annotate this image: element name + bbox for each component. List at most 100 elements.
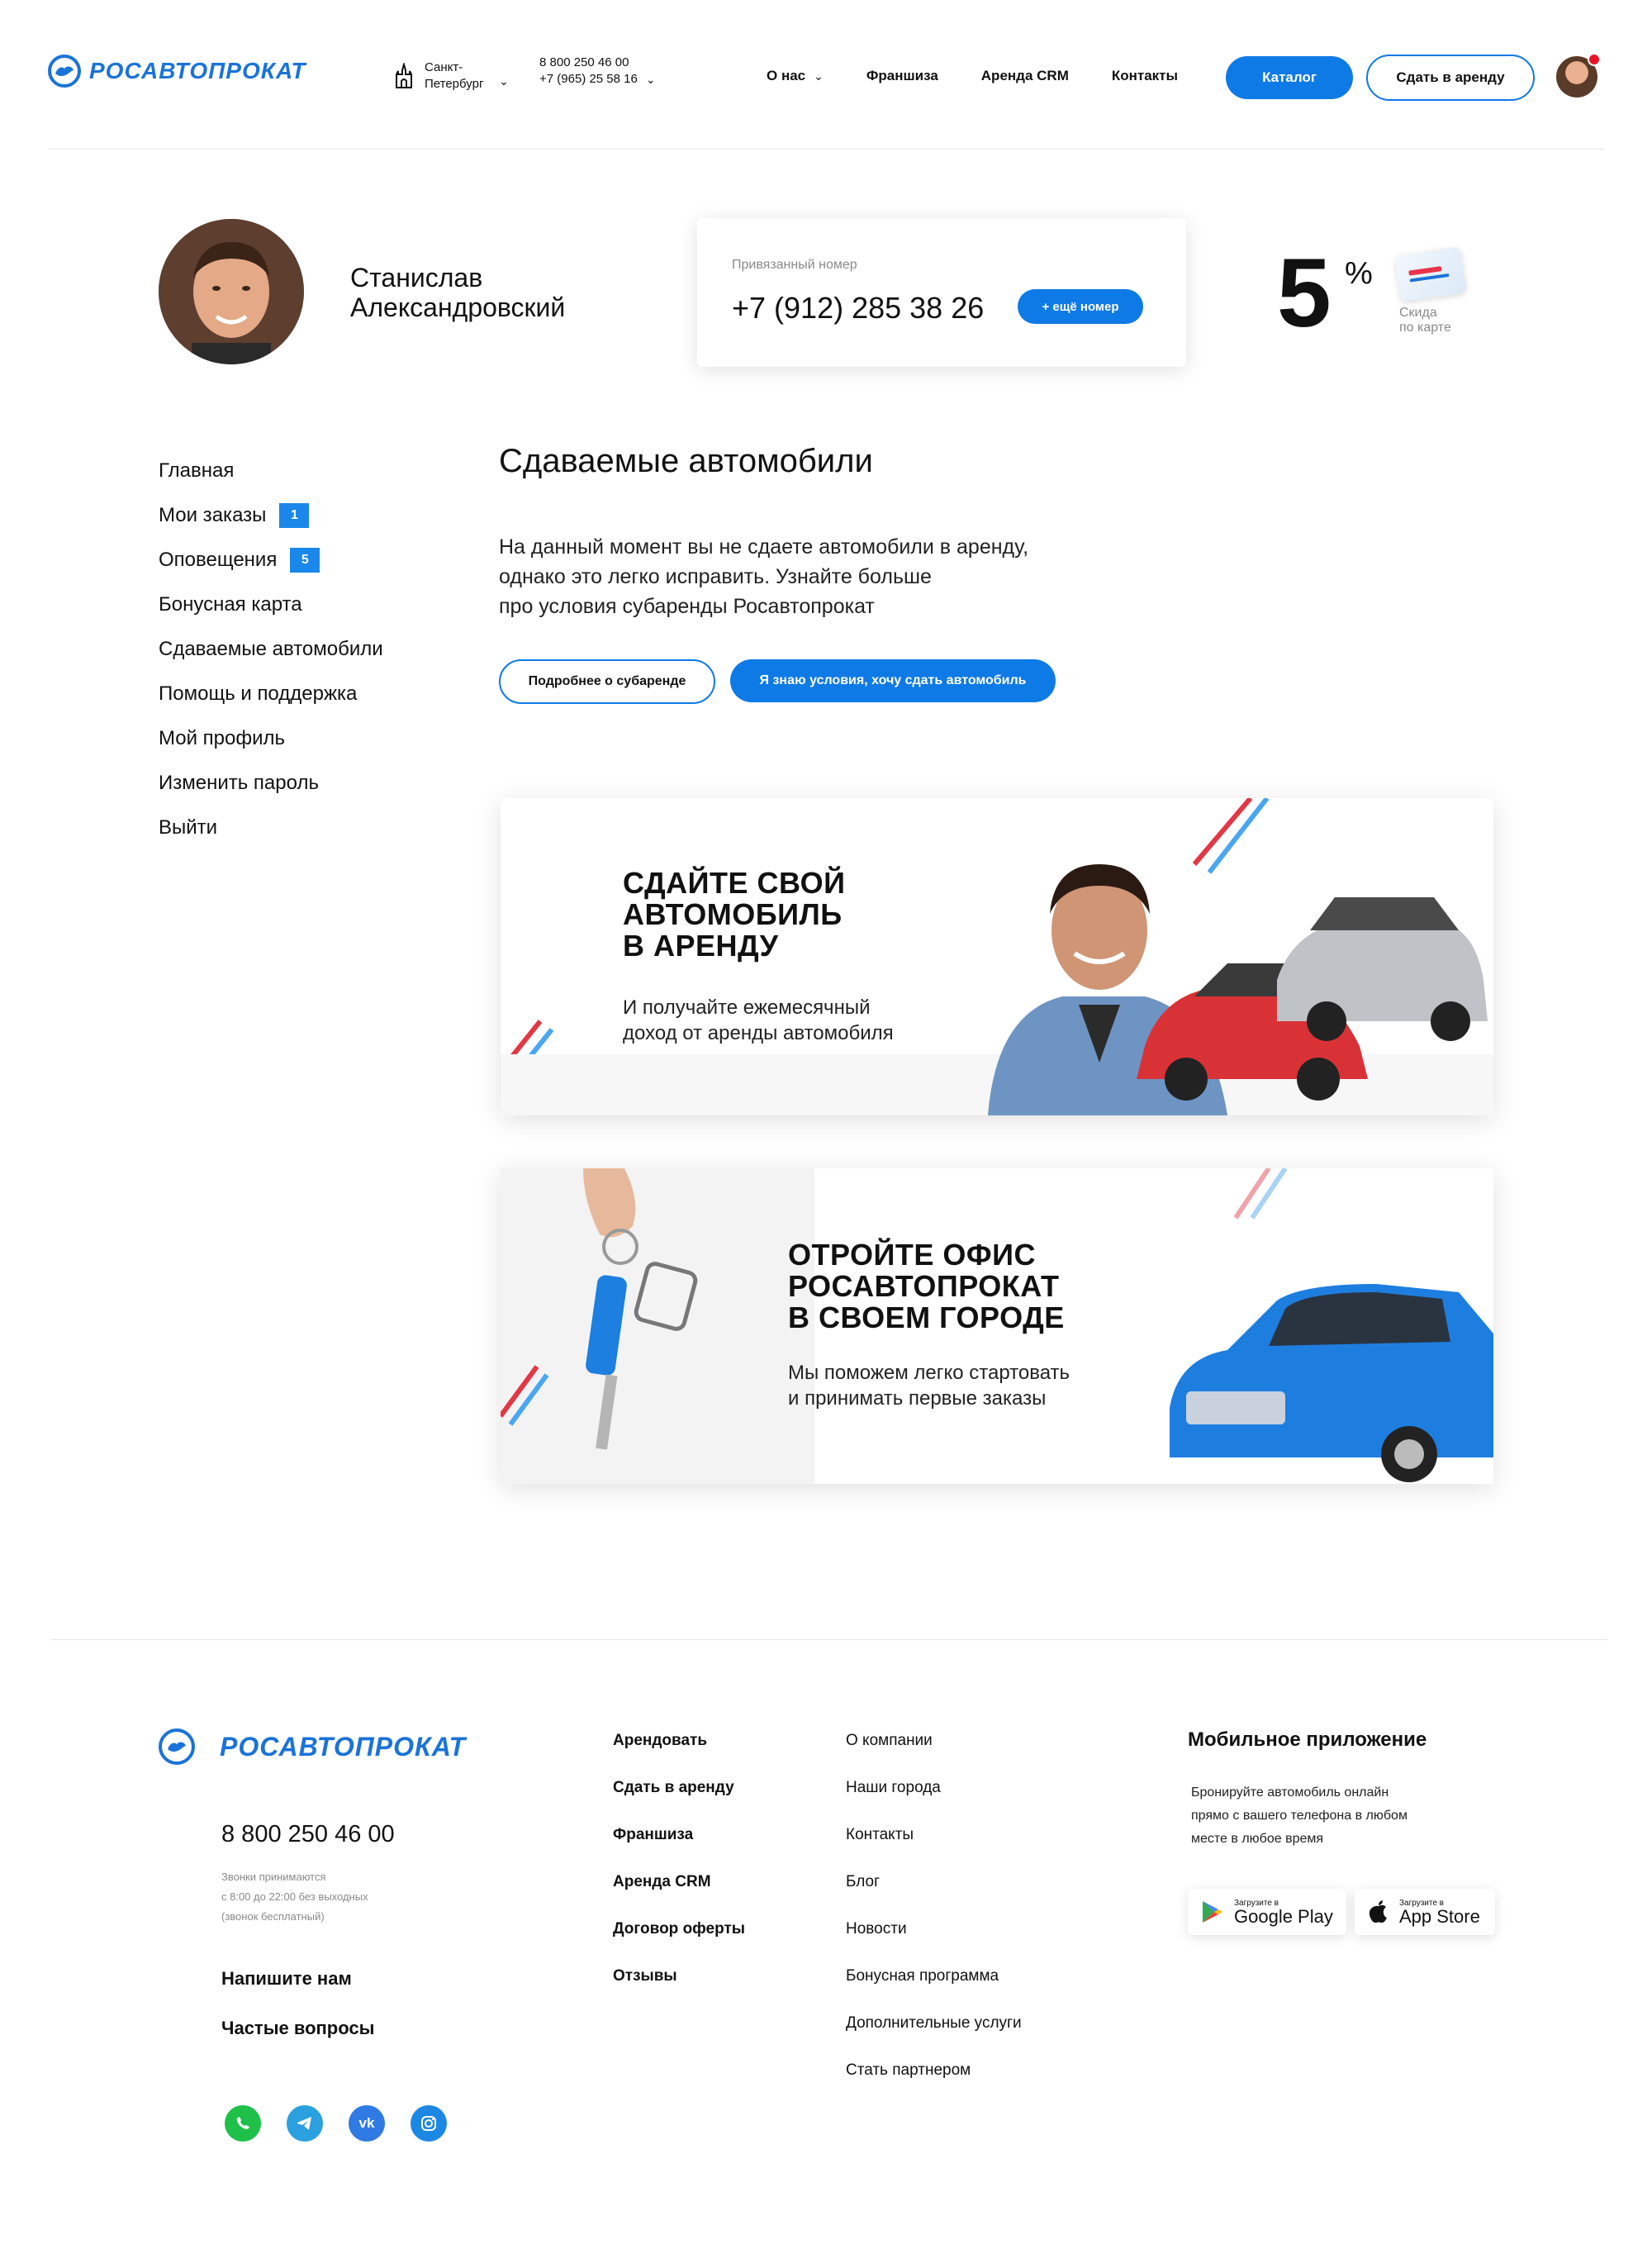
footer-link-franchise[interactable]: Франшиза — [613, 1826, 745, 1844]
sublease-info-button[interactable]: Подробнее о субаренде — [499, 659, 715, 704]
instagram-icon[interactable] — [411, 2105, 447, 2142]
footer-phone[interactable]: 8 800 250 46 00 — [221, 1821, 395, 1848]
google-play-button[interactable]: Загрузите в Google Play — [1188, 1889, 1346, 1935]
app-store-button[interactable]: Загрузите в App Store — [1355, 1889, 1495, 1935]
banner2-title: ОТРОЙТЕ ОФИС РОСАВТОПРОКАТ В СВОЕМ ГОРОД… — [788, 1239, 1065, 1334]
banner2-subtitle: Мы поможем легко стартовать и принимать … — [788, 1360, 1070, 1411]
nav-link-contacts[interactable]: Контакты — [1112, 68, 1178, 84]
menu-label: Помощь и поддержка — [159, 682, 358, 705]
menu-label: Мой профиль — [159, 727, 286, 749]
nav-link-about[interactable]: О нас — [767, 68, 805, 84]
vk-icon[interactable]: vk — [349, 2105, 385, 2142]
main-nav: О нас ⌄ Франшиза Аренда CRM Контакты — [767, 68, 1178, 84]
telegram-icon[interactable] — [287, 2105, 323, 2142]
discount-value: 5 — [1277, 239, 1332, 348]
footer-link-rent-out[interactable]: Сдать в аренду — [613, 1779, 745, 1797]
header-logo[interactable]: РОСАВТОПРОКАТ — [48, 55, 306, 88]
google-play-big: Google Play — [1234, 1905, 1333, 1927]
banner1-title-3: В АРЕНДУ — [623, 929, 779, 963]
chevron-down-icon: ⌄ — [499, 74, 509, 88]
kremlin-icon — [396, 63, 412, 88]
nav-link-crm[interactable]: Аренда CRM — [981, 68, 1069, 84]
profile-first-name: Станислав — [350, 263, 483, 292]
menu-item-home[interactable]: Главная — [159, 456, 383, 486]
notifications-count-badge: 5 — [290, 548, 320, 573]
footer-divider — [51, 1639, 1607, 1640]
footer-hours-3: (звонок бесплатный) — [221, 1910, 325, 1923]
whatsapp-icon[interactable] — [225, 2105, 261, 2142]
footer-link-cities[interactable]: Наши города — [846, 1779, 1022, 1797]
menu-item-bonus-card[interactable]: Бонусная карта — [159, 590, 383, 620]
menu-item-change-password[interactable]: Изменить пароль — [159, 768, 383, 798]
menu-item-notifications[interactable]: Оповещения 5 — [159, 545, 383, 575]
footer-link-contacts[interactable]: Контакты — [846, 1826, 1022, 1844]
footer-link-reviews[interactable]: Отзывы — [613, 1967, 745, 1985]
discount-caption: Скида по карте — [1399, 306, 1451, 335]
add-phone-button[interactable]: + ещё номер — [1018, 289, 1143, 324]
rent-out-button[interactable]: Сдать в аренду — [1366, 55, 1535, 101]
banner2-sub-1: Мы поможем легко стартовать — [788, 1362, 1070, 1384]
linked-phone: +7 (912) 285 38 26 — [732, 291, 985, 325]
catalog-button[interactable]: Каталог — [1226, 56, 1353, 99]
faq-link[interactable]: Частые вопросы — [221, 2018, 374, 2039]
footer-link-crm[interactable]: Аренда CRM — [613, 1873, 745, 1891]
desc-line-2: однако это легко исправить. Узнайте боль… — [499, 565, 932, 588]
banner2-title-1: ОТРОЙТЕ ОФИС — [788, 1238, 1037, 1272]
menu-label: Оповещения — [159, 549, 278, 571]
side-menu: Главная Мои заказы 1 Оповещения 5 Бонусная… — [159, 456, 383, 843]
menu-item-rented-cars[interactable]: Сдаваемые автомобили — [159, 635, 383, 664]
logo-globe-icon — [159, 1728, 195, 1765]
footer-link-services[interactable]: Дополнительные услуги — [846, 2014, 1022, 2033]
discount-caption-1: Скида — [1399, 306, 1437, 320]
logo-text: РОСАВТОПРОКАТ — [89, 58, 306, 83]
header-divider — [48, 149, 1604, 150]
menu-item-logout[interactable]: Выйти — [159, 813, 383, 843]
app-desc-1: Бронируйте автомобиль онлайн — [1191, 1785, 1389, 1800]
app-store-big: App Store — [1399, 1905, 1480, 1927]
footer-link-rent[interactable]: Арендовать — [613, 1732, 745, 1750]
rent-out-car-button[interactable]: Я знаю условия, хочу сдать автомобиль — [730, 659, 1056, 702]
menu-label: Бонусная карта — [159, 593, 302, 616]
nav-link-franchise[interactable]: Франшиза — [866, 68, 938, 84]
desc-line-3: про условия субаренды Росавтопрокат — [499, 595, 875, 618]
nav-about[interactable]: О нас ⌄ — [767, 68, 824, 84]
write-us-link[interactable]: Напишите нам — [221, 1968, 352, 1990]
orders-count-badge: 1 — [279, 503, 310, 528]
footer-link-bonus[interactable]: Бонусная программа — [846, 1967, 1022, 1985]
banner1-sub-1: И получайте ежемесячный — [623, 996, 871, 1019]
chevron-down-icon: ⌄ — [814, 69, 824, 83]
footer-link-offer[interactable]: Договор оферты — [613, 1920, 745, 1938]
header-phone-1[interactable]: 8 800 250 46 00 — [539, 55, 656, 71]
menu-label: Мои заказы — [159, 504, 267, 526]
footer-link-about[interactable]: О компании — [846, 1732, 1022, 1750]
footer-col-2: О компании Наши города Контакты Блог Нов… — [846, 1732, 1022, 2080]
menu-label: Изменить пароль — [159, 772, 319, 794]
footer-logo[interactable]: РОСАВТОПРОКАТ — [159, 1728, 466, 1765]
profile-avatar — [159, 219, 304, 364]
footer-link-news[interactable]: Новости — [846, 1920, 1022, 1938]
footer-col-1: Арендовать Сдать в аренду Франшиза Аренд… — [613, 1732, 745, 1985]
menu-item-orders[interactable]: Мои заказы 1 — [159, 501, 383, 530]
social-links: vk — [225, 2105, 447, 2142]
app-desc-2: прямо с вашего телефона в любом — [1191, 1809, 1408, 1823]
logo-globe-icon — [48, 55, 81, 88]
notification-dot — [1588, 53, 1601, 66]
banner-open-office[interactable]: ОТРОЙТЕ ОФИС РОСАВТОПРОКАТ В СВОЕМ ГОРОД… — [501, 1168, 1493, 1484]
suv-photo — [1170, 1284, 1493, 1482]
footer-link-blog[interactable]: Блог — [846, 1873, 1022, 1891]
footer-hours: Звонки принимаются с 8:00 до 22:00 без в… — [221, 1867, 368, 1927]
mobile-app-desc: Бронируйте автомобиль онлайн прямо с ваш… — [1191, 1781, 1408, 1851]
phone-label: Привязанный номер — [732, 258, 857, 272]
footer-hours-1: Звонки принимаются — [221, 1871, 326, 1883]
chevron-down-icon: ⌄ — [645, 72, 656, 86]
menu-label: Главная — [159, 459, 235, 482]
menu-item-support[interactable]: Помощь и поддержка — [159, 679, 383, 709]
cars-photo — [1137, 897, 1488, 1101]
header-phone-2[interactable]: +7 (965) 25 58 16 — [539, 71, 638, 88]
banner-rent-out-car[interactable]: СДАЙТЕ СВОЙ АВТОМОБИЛЬ В АРЕНДУ И получа… — [501, 798, 1493, 1115]
city-selector[interactable]: Санкт- Петербург ⌄ — [392, 59, 509, 93]
header-phones[interactable]: 8 800 250 46 00 +7 (965) 25 58 16 ⌄ — [539, 55, 656, 88]
profile-name: Станислав Александровский — [350, 263, 565, 322]
footer-link-partner[interactable]: Стать партнером — [846, 2061, 1022, 2080]
menu-item-profile[interactable]: Мой профиль — [159, 724, 383, 754]
